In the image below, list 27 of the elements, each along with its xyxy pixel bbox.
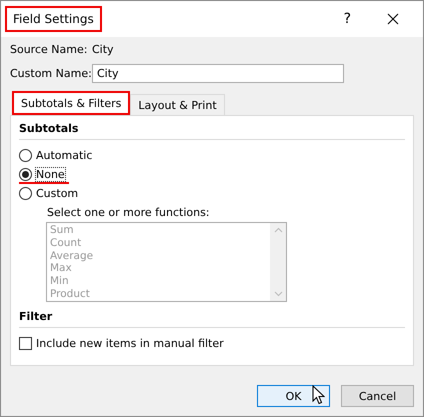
scroll-down-icon: [274, 291, 282, 297]
cancel-button[interactable]: Cancel: [341, 385, 414, 407]
field-label: Source Name:: [10, 42, 88, 56]
field-value: City: [92, 42, 114, 56]
section-heading: Filter: [19, 310, 54, 323]
radio-button[interactable]: [19, 187, 32, 200]
tab[interactable]: Subtotals & Filters: [12, 91, 130, 115]
scroll-up-icon: [274, 227, 282, 233]
function-list[interactable]: Sum Count Average Max Min Product: [46, 222, 287, 302]
section-heading: Subtotals: [19, 122, 80, 135]
checkbox-label: Include new items in manual filter: [36, 337, 224, 350]
radio-label: Custom: [36, 187, 78, 200]
radio-label: None: [36, 168, 65, 181]
radio-button[interactable]: [19, 168, 32, 181]
list-label: Select one or more functions:: [47, 206, 211, 219]
help-button[interactable]: ?: [338, 11, 357, 27]
input-field[interactable]: City: [92, 64, 344, 82]
ok-button[interactable]: OK: [257, 385, 330, 407]
pointer-cursor-icon: [312, 385, 325, 405]
checkbox[interactable]: [19, 337, 32, 350]
radio-button[interactable]: [19, 149, 32, 162]
tab[interactable]: Layout & Print: [130, 94, 225, 115]
window-title: Field Settings: [5, 6, 102, 32]
field-label: Custom Name:: [10, 66, 92, 80]
scrollbar[interactable]: [270, 223, 286, 301]
close-icon: [387, 13, 399, 25]
radio-label: Automatic: [36, 149, 92, 162]
